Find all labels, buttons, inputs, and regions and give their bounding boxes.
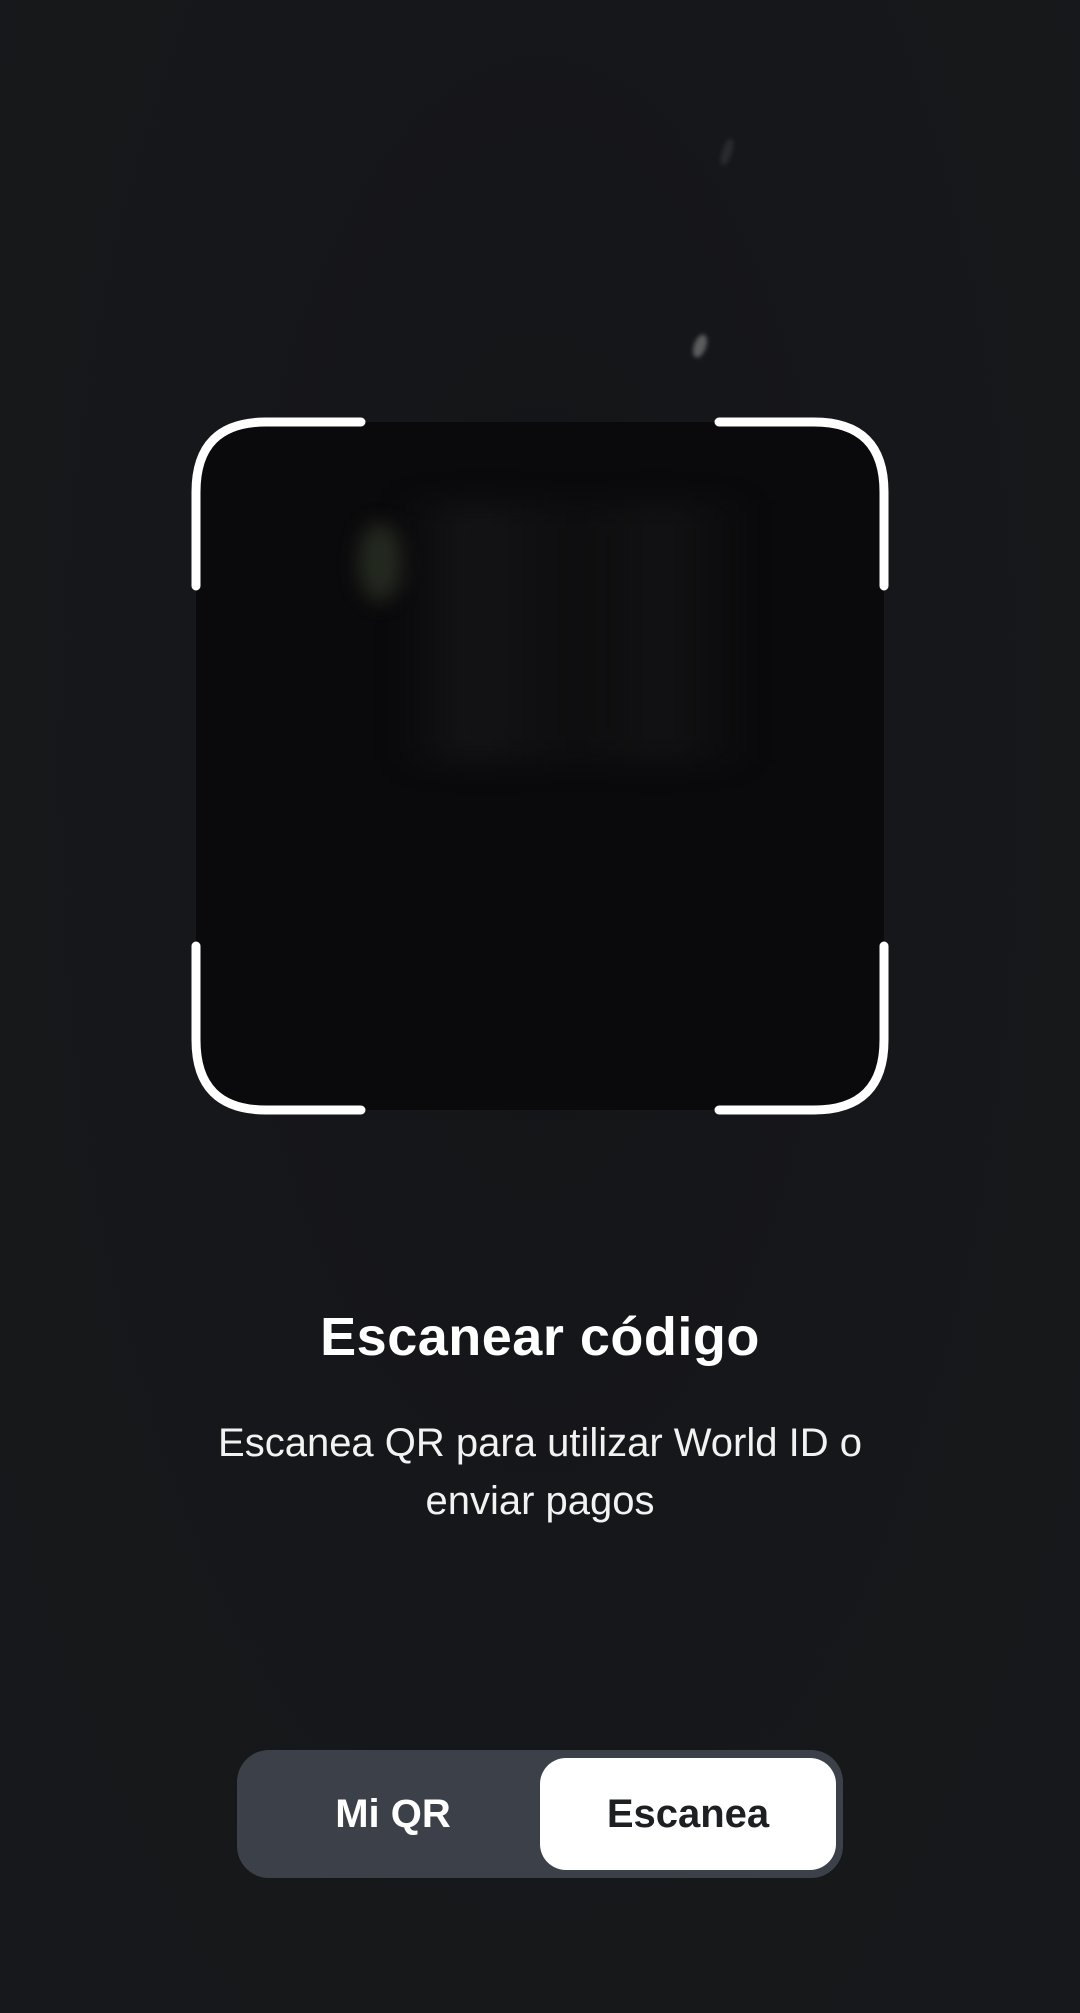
camera-blur	[358, 522, 402, 602]
subtitle-line: enviar pagos	[425, 1479, 655, 1523]
camera-noise	[717, 137, 737, 167]
camera-viewfinder	[196, 422, 884, 1110]
mode-switch: Mi QR Escanea	[237, 1750, 843, 1878]
camera-blur	[396, 502, 756, 762]
qr-scanner-screen: Escanear código Escanea QR para utilizar…	[0, 0, 1080, 2013]
my-qr-tab[interactable]: Mi QR	[245, 1758, 541, 1870]
subtitle-line: Escanea QR para utilizar World ID o	[218, 1421, 862, 1465]
scan-tab[interactable]: Escanea	[540, 1758, 836, 1870]
camera-noise	[690, 332, 710, 360]
page-subtitle: Escanea QR para utilizar World ID o envi…	[160, 1414, 920, 1530]
page-title: Escanear código	[320, 1307, 760, 1367]
